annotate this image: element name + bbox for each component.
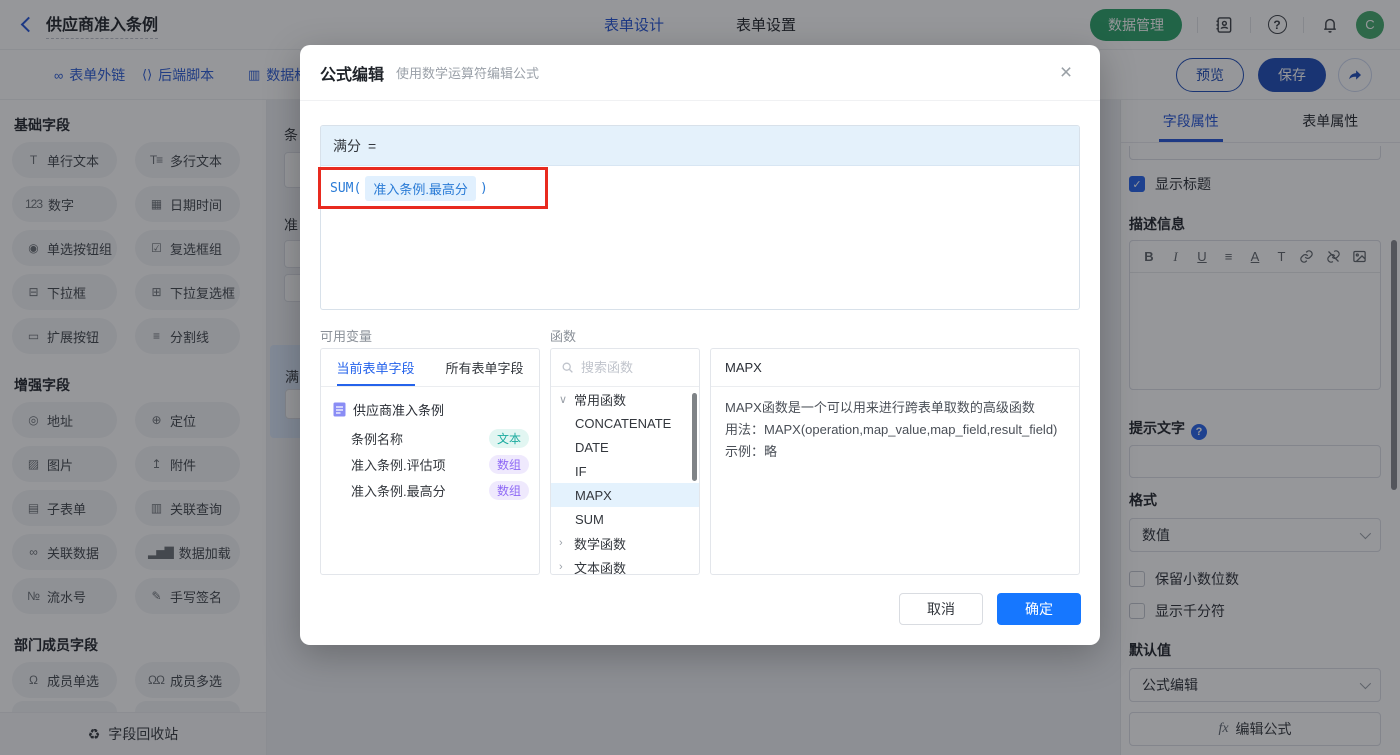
confirm-button[interactable]: 确定 <box>997 593 1081 625</box>
function-detail-body: MAPX函数是一个可以用来进行跨表单取数的高级函数 用法：MAPX(operat… <box>711 387 1079 473</box>
caret-down-icon: ∨ <box>559 393 568 406</box>
tab-all-form-fields[interactable]: 所有表单字段 <box>430 349 539 386</box>
function-item-sum[interactable]: SUM <box>551 507 699 531</box>
variables-form-node[interactable]: 供应商准入条例 <box>321 387 539 425</box>
function-item-concatenate[interactable]: CONCATENATE <box>551 411 699 435</box>
function-item-mapx-selected[interactable]: MAPX <box>551 483 699 507</box>
detail-example: 示例：略 <box>725 444 778 459</box>
caret-right-icon: › <box>559 537 563 549</box>
equals-sign: = <box>368 137 377 154</box>
function-detail-name: MAPX <box>711 349 1079 387</box>
modal-title: 公式编辑 <box>320 66 385 84</box>
function-item-date[interactable]: DATE <box>551 435 699 459</box>
variables-label: 可用变量 <box>320 329 373 344</box>
type-badge: 文本 <box>488 428 529 448</box>
function-list: ∨ 常用函数 CONCATENATE DATE IF MAPX SUM › 数学… <box>551 387 699 575</box>
close-icon[interactable]: × <box>1052 59 1080 87</box>
function-detail-panel: MAPX MAPX函数是一个可以用来进行跨表单取数的高级函数 用法：MAPX(o… <box>710 348 1080 575</box>
function-item-if[interactable]: IF <box>551 459 699 483</box>
function-group-text[interactable]: › 文本函数 <box>551 555 699 575</box>
detail-usage: 用法：MAPX(operation,map_value,map_field,re… <box>725 422 1058 437</box>
formula-edit-modal: 公式编辑 使用数学运算符编辑公式 × 满分 = SUM( 准入条例.最高分 ) … <box>300 45 1100 645</box>
modal-header: 公式编辑 使用数学运算符编辑公式 × <box>300 45 1100 101</box>
variables-panel: 当前表单字段 所有表单字段 供应商准入条例 条例名称 文本 准入条例.评估项 数… <box>320 348 540 575</box>
function-search-input[interactable] <box>581 360 681 375</box>
tab-current-form-fields[interactable]: 当前表单字段 <box>321 349 430 386</box>
function-group-math[interactable]: › 数学函数 <box>551 531 699 555</box>
caret-right-icon: › <box>559 561 563 573</box>
variable-field-row[interactable]: 准入条例.最高分 数组 <box>321 477 539 503</box>
annotation-highlight-box <box>318 167 548 209</box>
cancel-button[interactable]: 取消 <box>899 593 983 625</box>
detail-description: MAPX函数是一个可以用来进行跨表单取数的高级函数 <box>725 400 1035 415</box>
scrollbar-thumb[interactable] <box>692 393 697 481</box>
functions-panel: ∨ 常用函数 CONCATENATE DATE IF MAPX SUM › 数学… <box>550 348 700 575</box>
formula-editor[interactable]: 满分 = <box>320 125 1080 310</box>
variable-field-row[interactable]: 准入条例.评估项 数组 <box>321 451 539 477</box>
function-group-common[interactable]: ∨ 常用函数 <box>551 387 699 411</box>
type-badge: 数组 <box>488 454 529 474</box>
variables-tabs: 当前表单字段 所有表单字段 <box>321 349 539 387</box>
type-badge: 数组 <box>488 480 529 500</box>
formula-target: 满分 <box>333 137 361 154</box>
formula-target-strip: 满分 = <box>321 126 1079 166</box>
modal-subtitle: 使用数学运算符编辑公式 <box>396 66 540 81</box>
form-doc-icon <box>333 402 346 417</box>
search-icon <box>562 362 573 373</box>
function-search[interactable] <box>551 349 699 387</box>
functions-label: 函数 <box>550 329 577 344</box>
app-screen: 供应商准入条例 表单设计 表单设置 数据管理 ? C ∞ 表单外链 ⟨⟩ 后端脚… <box>0 0 1400 755</box>
variable-field-row[interactable]: 条例名称 文本 <box>321 425 539 451</box>
